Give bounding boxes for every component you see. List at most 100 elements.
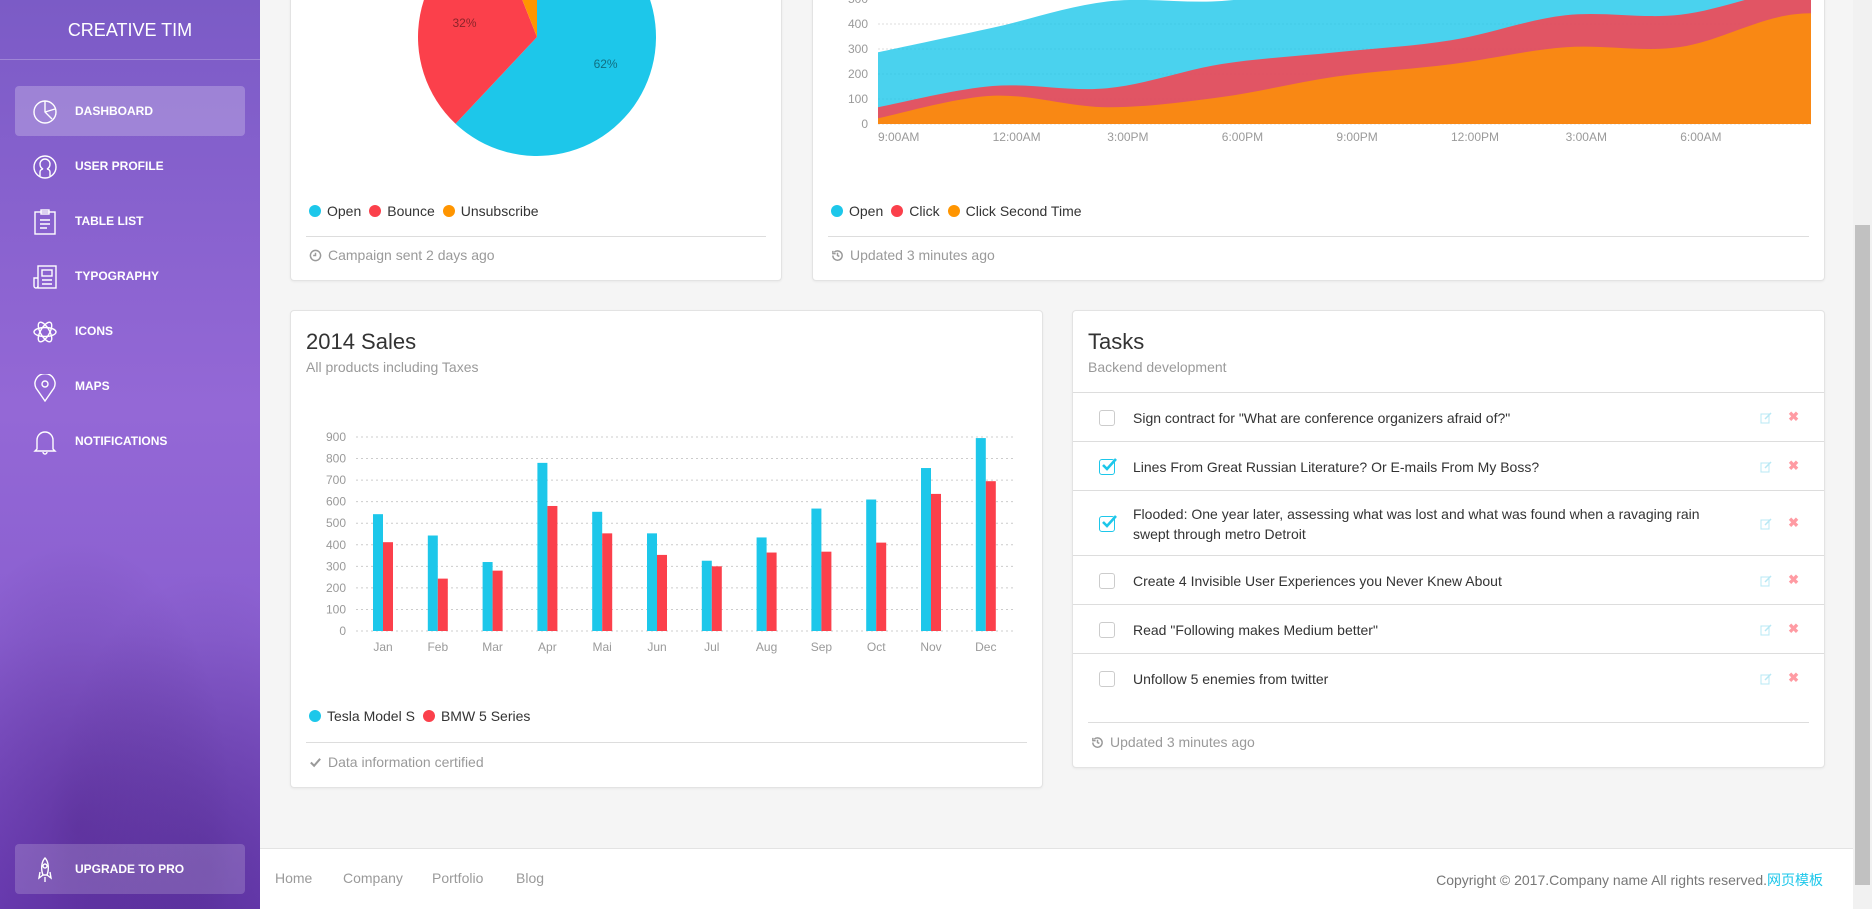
sidebar-item-user-profile[interactable]: USER PROFILE: [15, 141, 245, 191]
sidebar-item-notifications[interactable]: NOTIFICATIONS: [15, 416, 245, 466]
sidebar-item-label: MAPS: [75, 379, 110, 393]
sidebar-item-label: NOTIFICATIONS: [75, 434, 168, 448]
bar-bmw-oct: [876, 542, 887, 631]
task-checkbox[interactable]: [1099, 621, 1115, 638]
sidebar-item-icons[interactable]: ICONS: [15, 306, 245, 356]
task-row: Flooded: One year later, assessing what …: [1073, 491, 1824, 556]
footer-link-portfolio[interactable]: Portfolio: [432, 870, 483, 886]
sidebar-item-table-list[interactable]: TABLE LIST: [15, 196, 245, 246]
y-tick-label: 300: [326, 559, 346, 573]
email-statistics-card: 62% 32% Open Bounce Unsubscribe Campaign …: [290, 0, 782, 281]
sidebar-item-dashboard[interactable]: DASHBOARD: [15, 86, 245, 136]
footer-link-blog[interactable]: Blog: [516, 870, 544, 886]
legend-bounce: Bounce: [387, 203, 435, 219]
x-tick-label: Jun: [647, 640, 666, 654]
edit-icon[interactable]: [1760, 623, 1772, 636]
y-tick-label: 400: [326, 538, 346, 552]
bar-tesla-oct: [866, 499, 877, 631]
footer-text: Campaign sent 2 days ago: [328, 247, 495, 263]
card-title: 2014 Sales: [306, 329, 417, 354]
footer-link-company[interactable]: Company: [343, 870, 403, 886]
x-tick-label: Nov: [920, 640, 941, 654]
bar-bmw-dec: [985, 481, 996, 631]
bell-icon: [33, 431, 57, 455]
area-chart: 0 100 200 300 400 500 9:00AM 12:00AM 3:00PM 6:00P…: [848, 0, 1811, 144]
area-series-group: [878, 0, 1811, 124]
remove-icon[interactable]: ✖: [1788, 670, 1799, 686]
history-icon: [832, 249, 843, 261]
copyright: Copyright © 2017.Company name All rights…: [1436, 870, 1823, 890]
legend-dot-open: [831, 205, 843, 217]
edit-icon[interactable]: [1760, 574, 1772, 587]
clipboard-icon: [34, 209, 56, 235]
bar-bmw-aug: [766, 552, 777, 631]
pie-chart: 62% 32%: [418, 0, 656, 156]
map-pin-icon: [34, 374, 56, 402]
divider: [306, 236, 766, 237]
bar-tesla-aug: [756, 537, 767, 631]
bar-bmw-jun: [657, 554, 667, 631]
x-tick-label: Oct: [867, 640, 886, 654]
task-text: Unfollow 5 enemies from twitter: [1133, 670, 1329, 687]
y-tick-label: 200: [326, 581, 346, 595]
x-tick-label: 6:00AM: [1680, 130, 1721, 144]
footer-link-home[interactable]: Home: [275, 870, 312, 886]
x-tick-label: Sep: [811, 640, 833, 654]
page-scrollbar[interactable]: [1853, 0, 1872, 909]
x-tick-label: 3:00AM: [1566, 130, 1607, 144]
sidebar-item-typography[interactable]: TYPOGRAPHY: [15, 251, 245, 301]
remove-icon[interactable]: ✖: [1788, 409, 1799, 425]
card-subtitle: All products including Taxes: [306, 359, 479, 375]
legend-dot-click-second-time: [947, 205, 960, 217]
brand-logo[interactable]: CREATIVE TIM: [0, 0, 260, 60]
legend-bmw: BMW 5 Series: [440, 708, 531, 724]
checkmark-icon: [1102, 457, 1117, 471]
task-checkbox[interactable]: [1099, 457, 1117, 475]
x-tick-label: Jan: [373, 640, 392, 654]
task-checkbox[interactable]: [1099, 514, 1117, 532]
y-tick-label: 700: [326, 473, 346, 487]
legend-dot-bounce: [369, 205, 382, 217]
sales-card: 2014 Sales All products including Taxes …: [290, 310, 1043, 788]
y-tick-label: 600: [326, 495, 346, 509]
sidebar-item-label: TYPOGRAPHY: [75, 269, 160, 283]
x-tick-label: Apr: [538, 640, 557, 654]
remove-icon[interactable]: ✖: [1788, 458, 1799, 474]
card-footer-stats: Updated 3 minutes ago: [1091, 734, 1255, 750]
bar-legend: Tesla Model S BMW 5 Series: [309, 708, 538, 724]
sidebar-item-label: TABLE LIST: [75, 214, 144, 228]
upgrade-to-pro-button[interactable]: UPGRADE TO PRO: [15, 844, 245, 894]
copyright-link[interactable]: 网页模板: [1767, 872, 1823, 888]
x-tick-label: Mai: [593, 640, 612, 654]
remove-icon[interactable]: ✖: [1788, 621, 1799, 637]
sidebar-item-label: USER PROFILE: [75, 159, 164, 173]
task-row: Sign contract for "What are conference o…: [1073, 393, 1824, 442]
x-tick-label: Mar: [482, 640, 503, 654]
task-checkbox[interactable]: [1099, 409, 1115, 426]
edit-icon[interactable]: [1760, 460, 1772, 473]
edit-icon[interactable]: [1760, 517, 1772, 530]
y-tick-label: 800: [326, 452, 346, 466]
remove-icon[interactable]: ✖: [1788, 572, 1799, 588]
pie-chart-icon: [33, 100, 57, 124]
y-tick-label: 500: [326, 516, 346, 530]
task-checkbox[interactable]: [1099, 572, 1115, 589]
task-row: Create 4 Invisible User Experiences you …: [1073, 556, 1824, 605]
card-title: Tasks: [1088, 329, 1145, 354]
users-behavior-card: 0 100 200 300 400 500 9:00AM 12:00AM 3:00PM 6:00P…: [812, 0, 1825, 281]
sidebar-item-maps[interactable]: MAPS: [15, 361, 245, 411]
legend-unsubscribe: Unsubscribe: [460, 203, 539, 219]
y-tick-label: 100: [326, 602, 346, 616]
scrollbar-thumb[interactable]: [1855, 225, 1870, 885]
edit-icon[interactable]: [1760, 672, 1772, 685]
legend-tesla: Tesla Model S: [327, 708, 415, 724]
legend-click-second-time: Click Second Time: [965, 203, 1082, 219]
y-tick-label: 200: [848, 67, 868, 81]
remove-icon[interactable]: ✖: [1788, 515, 1799, 531]
edit-icon[interactable]: [1760, 411, 1772, 424]
legend-dot-bmw: [422, 710, 435, 722]
task-checkbox[interactable]: [1099, 670, 1115, 687]
y-tick-label: 0: [861, 117, 868, 131]
card-footer-stats: Campaign sent 2 days ago: [309, 247, 495, 263]
bar-tesla-nov: [921, 468, 931, 631]
